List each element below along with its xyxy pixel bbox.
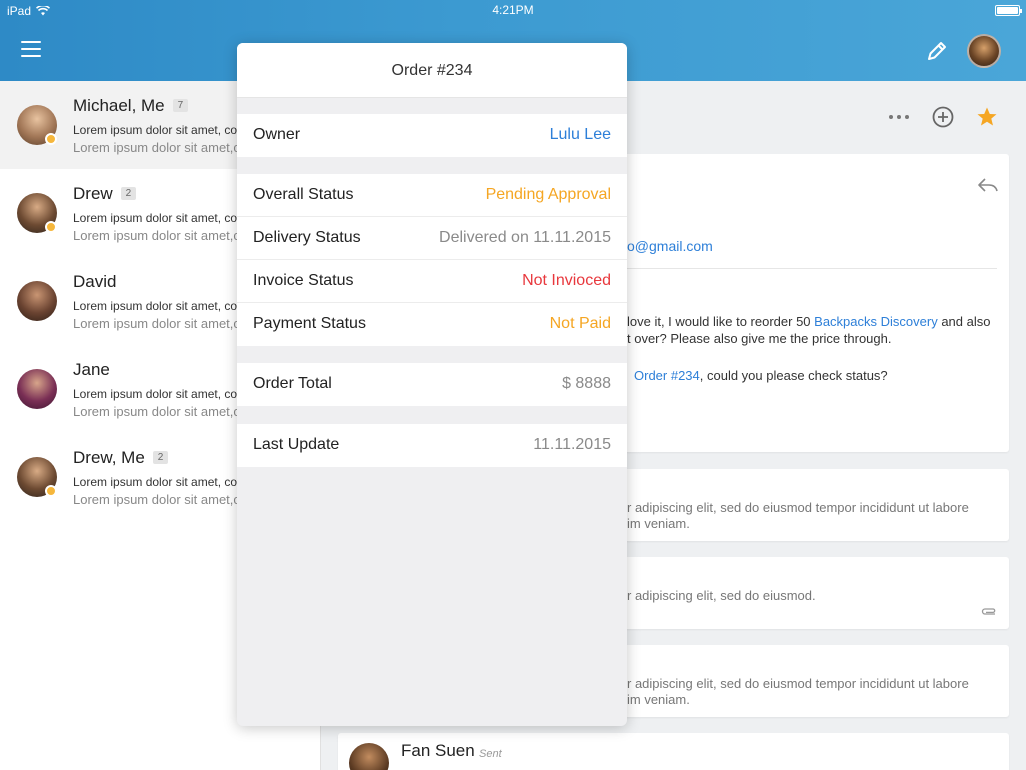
favorite-button[interactable] [975,105,999,129]
status-value: Delivered on 11.11.2015 [439,229,611,246]
order-total-row: Order Total $ 8888 [237,363,627,406]
avatar [17,369,57,409]
attachment-indicator [980,603,998,621]
product-link[interactable]: Backpacks Discovery [814,314,938,329]
preview-line-secondary: Lorem ipsum dolor sit amet,c [73,140,240,155]
email-body-line: Order #234, could you please check statu… [634,368,888,383]
status-value: Not Paid [549,315,611,332]
order-link[interactable]: Order #234 [634,368,700,383]
preview-line: Lorem ipsum dolor sit amet, co [73,475,238,489]
thread-preview-line: r adipiscing elit, sed do eiusmod tempor… [627,676,969,691]
contact-name: David [73,272,117,291]
status-section: Overall Status Pending Approval Delivery… [237,174,627,346]
total-value: $ 8888 [562,375,611,392]
preview-line-secondary: Lorem ipsum dolor sit amet,c [73,492,240,507]
owner-row: Owner Lulu Lee [237,114,627,157]
order-details-popover: Order #234 Owner Lulu Lee Overall Status… [237,43,627,726]
total-section: Order Total $ 8888 [237,363,627,406]
online-status-icon [45,221,57,233]
message-count-badge: 2 [120,187,137,200]
last-update-section: Last Update 11.11.2015 [237,424,627,467]
email-address[interactable]: o@gmail.com [627,238,713,254]
thread-preview-line: im veniam. [627,516,690,531]
preview-line: Lorem ipsum dolor sit amet, co [73,299,238,313]
owner-section: Owner Lulu Lee [237,114,627,157]
email-body-text: , could you please check status? [699,368,888,383]
status-time: 4:21PM [492,3,534,17]
preview-line: Lorem ipsum dolor sit amet, co [73,211,238,225]
contact-name: Drew, Me [73,448,145,467]
preview-line-secondary: Lorem ipsum dolor sit amet,c [73,228,240,243]
last-update-label: Last Update [253,436,340,453]
paperclip-icon [981,608,996,615]
thread-preview-line: r adipiscing elit, sed do eiusmod. [627,588,816,603]
status-label: Payment Status [253,315,366,332]
last-update-row: Last Update 11.11.2015 [237,424,627,467]
status-row-overall: Overall Status Pending Approval [237,174,627,217]
sender-name: Fan Suen [401,741,475,760]
sent-tag: Sent [479,748,502,760]
email-body-text: and also [937,314,991,329]
status-label: Overall Status [253,186,354,203]
status-row-invoice: Invoice Status Not Invioced [237,260,627,303]
email-body-text: love it, I would like to reorder 50 [627,314,815,329]
menu-button[interactable] [21,41,41,59]
last-update-value: 11.11.2015 [533,436,611,453]
email-body-line: t over? Please also give me the price th… [627,331,892,346]
contact-name: Jane [73,360,110,379]
status-value: Pending Approval [485,186,611,203]
contact-name: Drew [73,184,113,203]
message-count-badge: 7 [172,99,189,112]
total-label: Order Total [253,375,332,392]
status-value: Not Invioced [522,272,611,289]
divider [627,268,997,269]
email-body-line: love it, I would like to reorder 50 Back… [627,314,990,329]
message-count-badge: 2 [152,451,169,464]
status-row-delivery: Delivery Status Delivered on 11.11.2015 [237,217,627,260]
compose-button[interactable] [924,38,950,64]
pencil-icon [928,42,946,60]
preview-line-secondary: Lorem ipsum dolor sit amet,c [73,404,240,419]
preview-line: Lorem ipsum dolor sit amet, co [73,123,238,137]
plus-circle-icon [932,106,954,128]
preview-line: Lorem ipsum dolor sit amet, co [73,387,238,401]
online-status-icon [45,485,57,497]
avatar [17,281,57,321]
status-label: Delivery Status [253,229,361,246]
more-icon [889,115,909,119]
thread-preview-line: im veniam. [627,692,690,707]
owner-link[interactable]: Lulu Lee [550,126,611,144]
reply-button[interactable] [976,173,1000,197]
popover-title: Order #234 [237,43,627,98]
thread-preview-line: r adipiscing elit, sed do eiusmod tempor… [627,500,969,515]
online-status-icon [45,133,57,145]
reply-icon [978,178,998,192]
star-icon [977,107,997,126]
user-avatar[interactable] [967,34,1001,68]
owner-label: Owner [253,126,301,143]
add-button[interactable] [931,105,955,129]
contact-name: Michael, Me [73,96,165,115]
status-label: Invoice Status [253,272,354,289]
status-row-payment: Payment Status Not Paid [237,303,627,346]
more-button[interactable] [887,105,911,129]
preview-line-secondary: Lorem ipsum dolor sit amet,c [73,316,240,331]
battery-icon [995,5,1022,16]
